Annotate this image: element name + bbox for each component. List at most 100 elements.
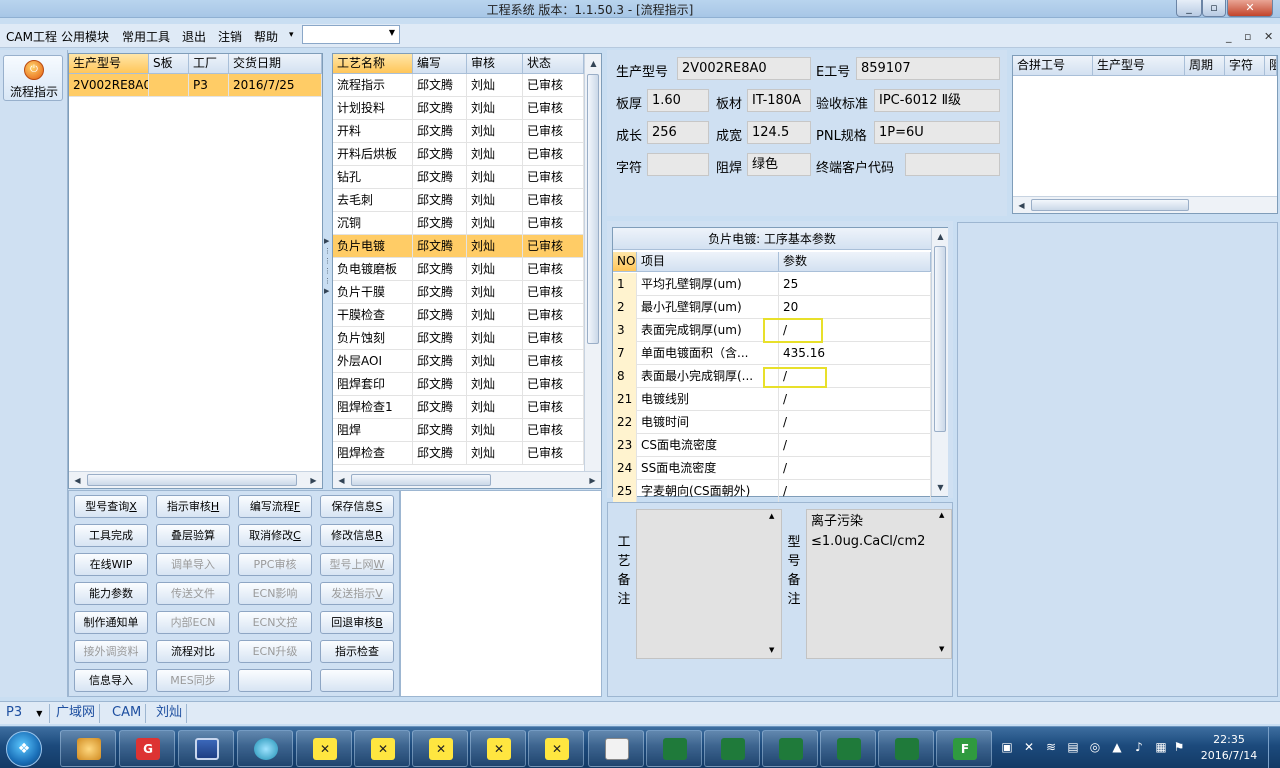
action-button[interactable]: 取消修改C <box>238 524 312 547</box>
action-button[interactable]: 叠层验算 <box>156 524 230 547</box>
orders-header-s[interactable]: S板 <box>149 54 189 74</box>
scroll-up-icon[interactable]: ▲ <box>586 56 601 71</box>
action-button[interactable]: 指示检查 <box>320 640 394 663</box>
action-button[interactable] <box>238 669 312 692</box>
taskbar-excel-1[interactable] <box>646 730 702 767</box>
table-row[interactable]: 24 SS面电流密度 / <box>613 457 931 480</box>
taskbar-excel-3[interactable] <box>762 730 818 767</box>
volume-icon[interactable]: ♪ <box>1132 740 1146 754</box>
table-row[interactable]: 负电镀磨板 邱文腾 刘灿 已审核 <box>333 258 584 281</box>
remark-vscrollbar[interactable]: ▲ ▼ <box>937 510 951 658</box>
table-row[interactable]: 7 单面电镀面积（含... 435.16 <box>613 342 931 365</box>
params-header-item[interactable]: 项目 <box>637 252 779 272</box>
scroll-down-icon[interactable]: ▼ <box>939 646 944 653</box>
taskbar-window-4[interactable]: ✕ <box>470 730 526 767</box>
action-button[interactable]: 型号上网W <box>320 553 394 576</box>
table-row[interactable]: 1 平均孔壁铜厚(um) 25 <box>613 273 931 296</box>
merge-header-model[interactable]: 生产型号 <box>1093 56 1185 76</box>
table-row[interactable]: 去毛刺 邱文腾 刘灿 已审核 <box>333 189 584 212</box>
network-icon[interactable]: ▦ <box>1154 740 1168 754</box>
action-button[interactable]: 工具完成 <box>74 524 148 547</box>
model-field[interactable]: 2V002RE8A0 <box>677 57 811 80</box>
menu-combo[interactable]: ▼ <box>302 25 400 44</box>
action-button[interactable]: 保存信息S <box>320 495 394 518</box>
flag-icon[interactable]: ⚑ <box>1172 740 1186 754</box>
menu-tools[interactable]: 常用工具 <box>122 28 170 45</box>
material-field[interactable]: IT-180A <box>747 89 811 112</box>
table-row[interactable]: 2 最小孔壁铜厚(um) 20 <box>613 296 931 319</box>
taskbar-app-doc[interactable] <box>588 730 644 767</box>
table-row[interactable]: 流程指示 邱文腾 刘灿 已审核 <box>333 74 584 97</box>
action-button[interactable] <box>320 669 394 692</box>
action-button[interactable]: PPC审核 <box>238 553 312 576</box>
action-button[interactable]: MES同步 <box>156 669 230 692</box>
scroll-left-icon[interactable]: ◀ <box>334 473 349 488</box>
taskbar-app-red[interactable]: G <box>119 730 175 767</box>
action-button[interactable]: ECN影响 <box>238 582 312 605</box>
taskbar-window-2[interactable]: ✕ <box>354 730 410 767</box>
eno-field[interactable]: 859107 <box>856 57 1000 80</box>
status-plant[interactable]: P3 ▼ <box>2 704 50 723</box>
scroll-right-icon[interactable]: ▶ <box>585 473 600 488</box>
process-header-author[interactable]: 编写 <box>413 54 467 74</box>
action-button[interactable]: 编写流程F <box>238 495 312 518</box>
scroll-thumb[interactable] <box>87 474 297 486</box>
taskbar-excel-4[interactable] <box>820 730 876 767</box>
action-button[interactable]: 调单导入 <box>156 553 230 576</box>
table-row[interactable]: 2V002RE8A0 P3 2016/7/25 <box>69 74 322 97</box>
minimize-button[interactable]: _ <box>1176 0 1202 17</box>
scroll-thumb[interactable] <box>934 246 946 432</box>
char-field[interactable] <box>647 153 709 176</box>
taskbar-app-disk[interactable] <box>237 730 293 767</box>
table-row[interactable]: 钻孔 邱文腾 刘灿 已审核 <box>333 166 584 189</box>
close-button[interactable]: ✕ <box>1227 0 1273 17</box>
tray-icon[interactable]: ▣ <box>1000 740 1014 754</box>
process-remark-textarea[interactable]: ▲ ▼ <box>636 509 782 659</box>
taskbar-excel-5[interactable] <box>878 730 934 767</box>
taskbar-window-1[interactable]: ✕ <box>296 730 352 767</box>
merge-header-char[interactable]: 字符 <box>1225 56 1265 76</box>
scroll-left-icon[interactable]: ◀ <box>1014 198 1029 213</box>
merge-header-mask[interactable]: 阻焊 <box>1265 56 1277 76</box>
action-button[interactable]: 发送指示V <box>320 582 394 605</box>
process-header-reviewer[interactable]: 审核 <box>467 54 523 74</box>
scroll-down-icon[interactable]: ▼ <box>769 646 774 654</box>
action-button[interactable]: 内部ECN <box>156 611 230 634</box>
action-button[interactable]: 修改信息R <box>320 524 394 547</box>
mdi-minimize-button[interactable]: _ <box>1226 30 1232 43</box>
customer-field[interactable] <box>905 153 1000 176</box>
table-row[interactable]: 阻焊套印 邱文腾 刘灿 已审核 <box>333 373 584 396</box>
process-vscrollbar[interactable]: ▲ <box>584 54 601 471</box>
table-row[interactable]: 干膜检查 邱文腾 刘灿 已审核 <box>333 304 584 327</box>
process-header-status[interactable]: 状态 <box>523 54 584 74</box>
orders-header-model[interactable]: 生产型号 <box>69 54 149 74</box>
action-button[interactable]: ECN文控 <box>238 611 312 634</box>
tray-icon[interactable]: ✕ <box>1022 740 1036 754</box>
mdi-close-button[interactable]: ✕ <box>1264 30 1273 43</box>
table-row[interactable]: 负片蚀刻 邱文腾 刘灿 已审核 <box>333 327 584 350</box>
action-button[interactable]: 制作通知单 <box>74 611 148 634</box>
maximize-button[interactable]: ▫ <box>1202 0 1226 17</box>
params-header-no[interactable]: NO <box>613 252 637 272</box>
scroll-thumb[interactable] <box>587 74 599 344</box>
scroll-right-icon[interactable]: ▶ <box>306 473 321 488</box>
remark-vscrollbar[interactable]: ▲ ▼ <box>767 510 781 658</box>
thickness-field[interactable]: 1.60 <box>647 89 709 112</box>
action-button[interactable]: 流程对比 <box>156 640 230 663</box>
action-button[interactable]: 传送文件 <box>156 582 230 605</box>
menu-exit[interactable]: 退出 <box>182 28 206 45</box>
table-row[interactable]: 负片干膜 邱文腾 刘灿 已审核 <box>333 281 584 304</box>
menu-logout[interactable]: 注销 <box>218 28 242 45</box>
mdi-restore-button[interactable]: ▫ <box>1244 30 1251 43</box>
table-row[interactable]: 外层AOI 邱文腾 刘灿 已审核 <box>333 350 584 373</box>
table-row[interactable]: 阻焊检查 邱文腾 刘灿 已审核 <box>333 442 584 465</box>
scroll-down-icon[interactable]: ▼ <box>933 480 948 495</box>
scroll-thumb[interactable] <box>1031 199 1189 211</box>
taskbar-app-shell[interactable] <box>60 730 116 767</box>
merge-hscrollbar[interactable]: ◀ <box>1013 196 1277 213</box>
scroll-thumb[interactable] <box>351 474 491 486</box>
table-row[interactable]: 23 CS面电流密度 / <box>613 434 931 457</box>
menu-help[interactable]: 帮助 <box>254 28 278 45</box>
windows-start-icon[interactable]: ❖ <box>6 731 42 767</box>
action-button[interactable]: 在线WIP <box>74 553 148 576</box>
